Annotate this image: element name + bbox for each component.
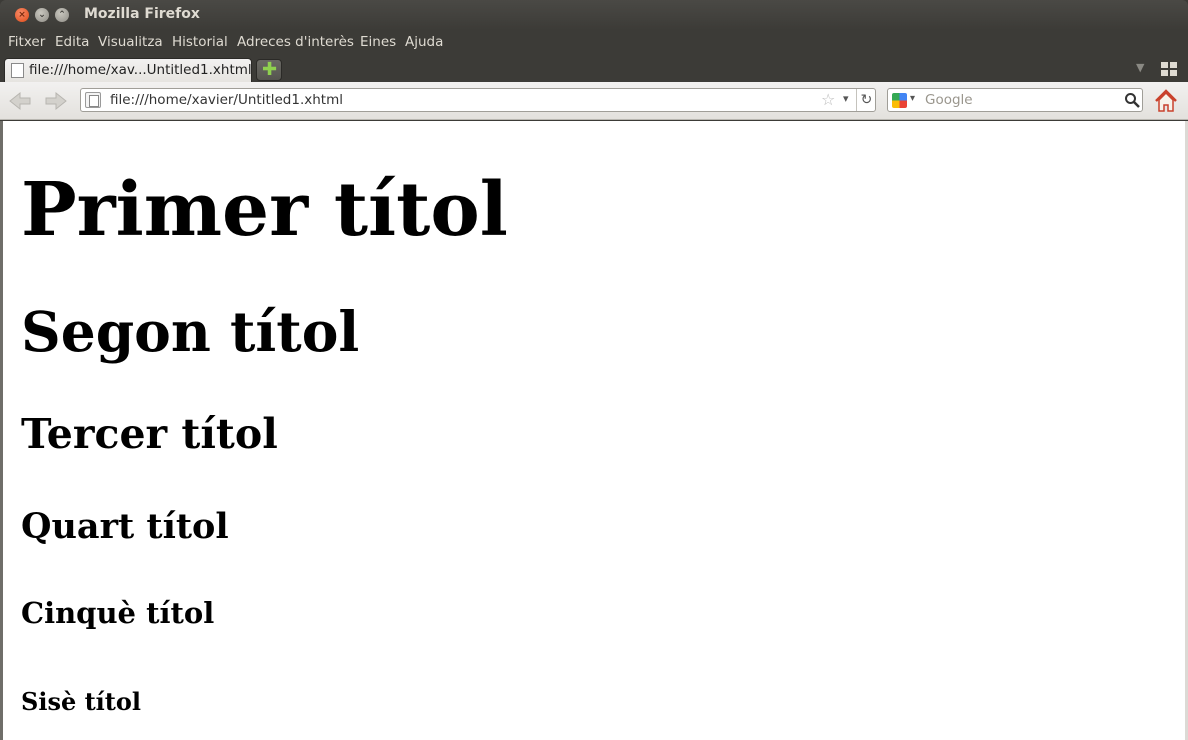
bookmark-star-icon[interactable]: ☆ xyxy=(821,90,835,109)
back-arrow-icon[interactable] xyxy=(8,91,32,111)
heading-3: Tercer títol xyxy=(21,410,278,458)
menu-file[interactable]: Fitxer xyxy=(8,34,45,50)
search-engine-dropdown[interactable]: ▾ xyxy=(910,93,915,104)
search-bar[interactable]: ▾ Google xyxy=(887,88,1143,112)
site-identity-icon[interactable] xyxy=(85,92,101,108)
tab-label: file:///home/xav...Untitled1.xhtml xyxy=(29,62,252,78)
menu-bar: Fitxer Edita Visualitza Historial Adrece… xyxy=(0,30,1188,56)
search-input[interactable]: Google xyxy=(925,92,973,108)
heading-6: Sisè títol xyxy=(21,687,141,716)
url-bar[interactable]: file:///home/xavier/Untitled1.xhtml ☆ ▾ … xyxy=(80,88,876,112)
minimize-icon[interactable]: ⌄ xyxy=(35,8,49,22)
page-icon xyxy=(11,63,24,78)
menu-bookmarks[interactable]: Adreces d'interès xyxy=(237,34,354,50)
heading-4: Quart títol xyxy=(21,506,229,547)
navigation-toolbar: file:///home/xavier/Untitled1.xhtml ☆ ▾ … xyxy=(0,82,1188,120)
home-icon[interactable] xyxy=(1153,88,1179,114)
search-icon[interactable] xyxy=(1124,92,1140,108)
title-bar[interactable]: × ⌄ ⌃ Mozilla Firefox xyxy=(0,0,1188,30)
menu-tools[interactable]: Eines xyxy=(360,34,396,50)
forward-arrow-icon[interactable] xyxy=(44,91,68,111)
heading-5: Cinquè títol xyxy=(21,596,215,630)
tab-list-icon[interactable]: ▼ xyxy=(1136,61,1144,74)
tab-groups-icon[interactable] xyxy=(1161,62,1177,76)
menu-edit[interactable]: Edita xyxy=(55,34,89,50)
plus-icon: ✚ xyxy=(262,59,278,80)
url-text[interactable]: file:///home/xavier/Untitled1.xhtml xyxy=(110,92,343,108)
menu-help[interactable]: Ajuda xyxy=(405,34,443,50)
heading-1: Primer títol xyxy=(21,167,508,253)
maximize-icon[interactable]: ⌃ xyxy=(55,8,69,22)
firefox-window: × ⌄ ⌃ Mozilla Firefox Fitxer Edita Visua… xyxy=(0,0,1188,740)
url-history-dropdown[interactable]: ▾ xyxy=(843,92,849,105)
heading-2: Segon títol xyxy=(21,299,360,364)
window-title: Mozilla Firefox xyxy=(84,6,200,22)
new-tab-button[interactable]: ✚ xyxy=(256,59,282,81)
google-icon[interactable] xyxy=(892,93,907,108)
tab-active[interactable]: file:///home/xav...Untitled1.xhtml xyxy=(4,58,252,82)
page-content: Primer títol Segon títol Tercer títol Qu… xyxy=(3,121,1185,740)
close-icon[interactable]: × xyxy=(15,8,29,22)
tab-strip: file:///home/xav...Untitled1.xhtml ✚ ▼ xyxy=(0,56,1188,82)
menu-view[interactable]: Visualitza xyxy=(98,34,163,50)
menu-history[interactable]: Historial xyxy=(172,34,228,50)
reload-icon[interactable]: ↻ xyxy=(856,89,876,111)
